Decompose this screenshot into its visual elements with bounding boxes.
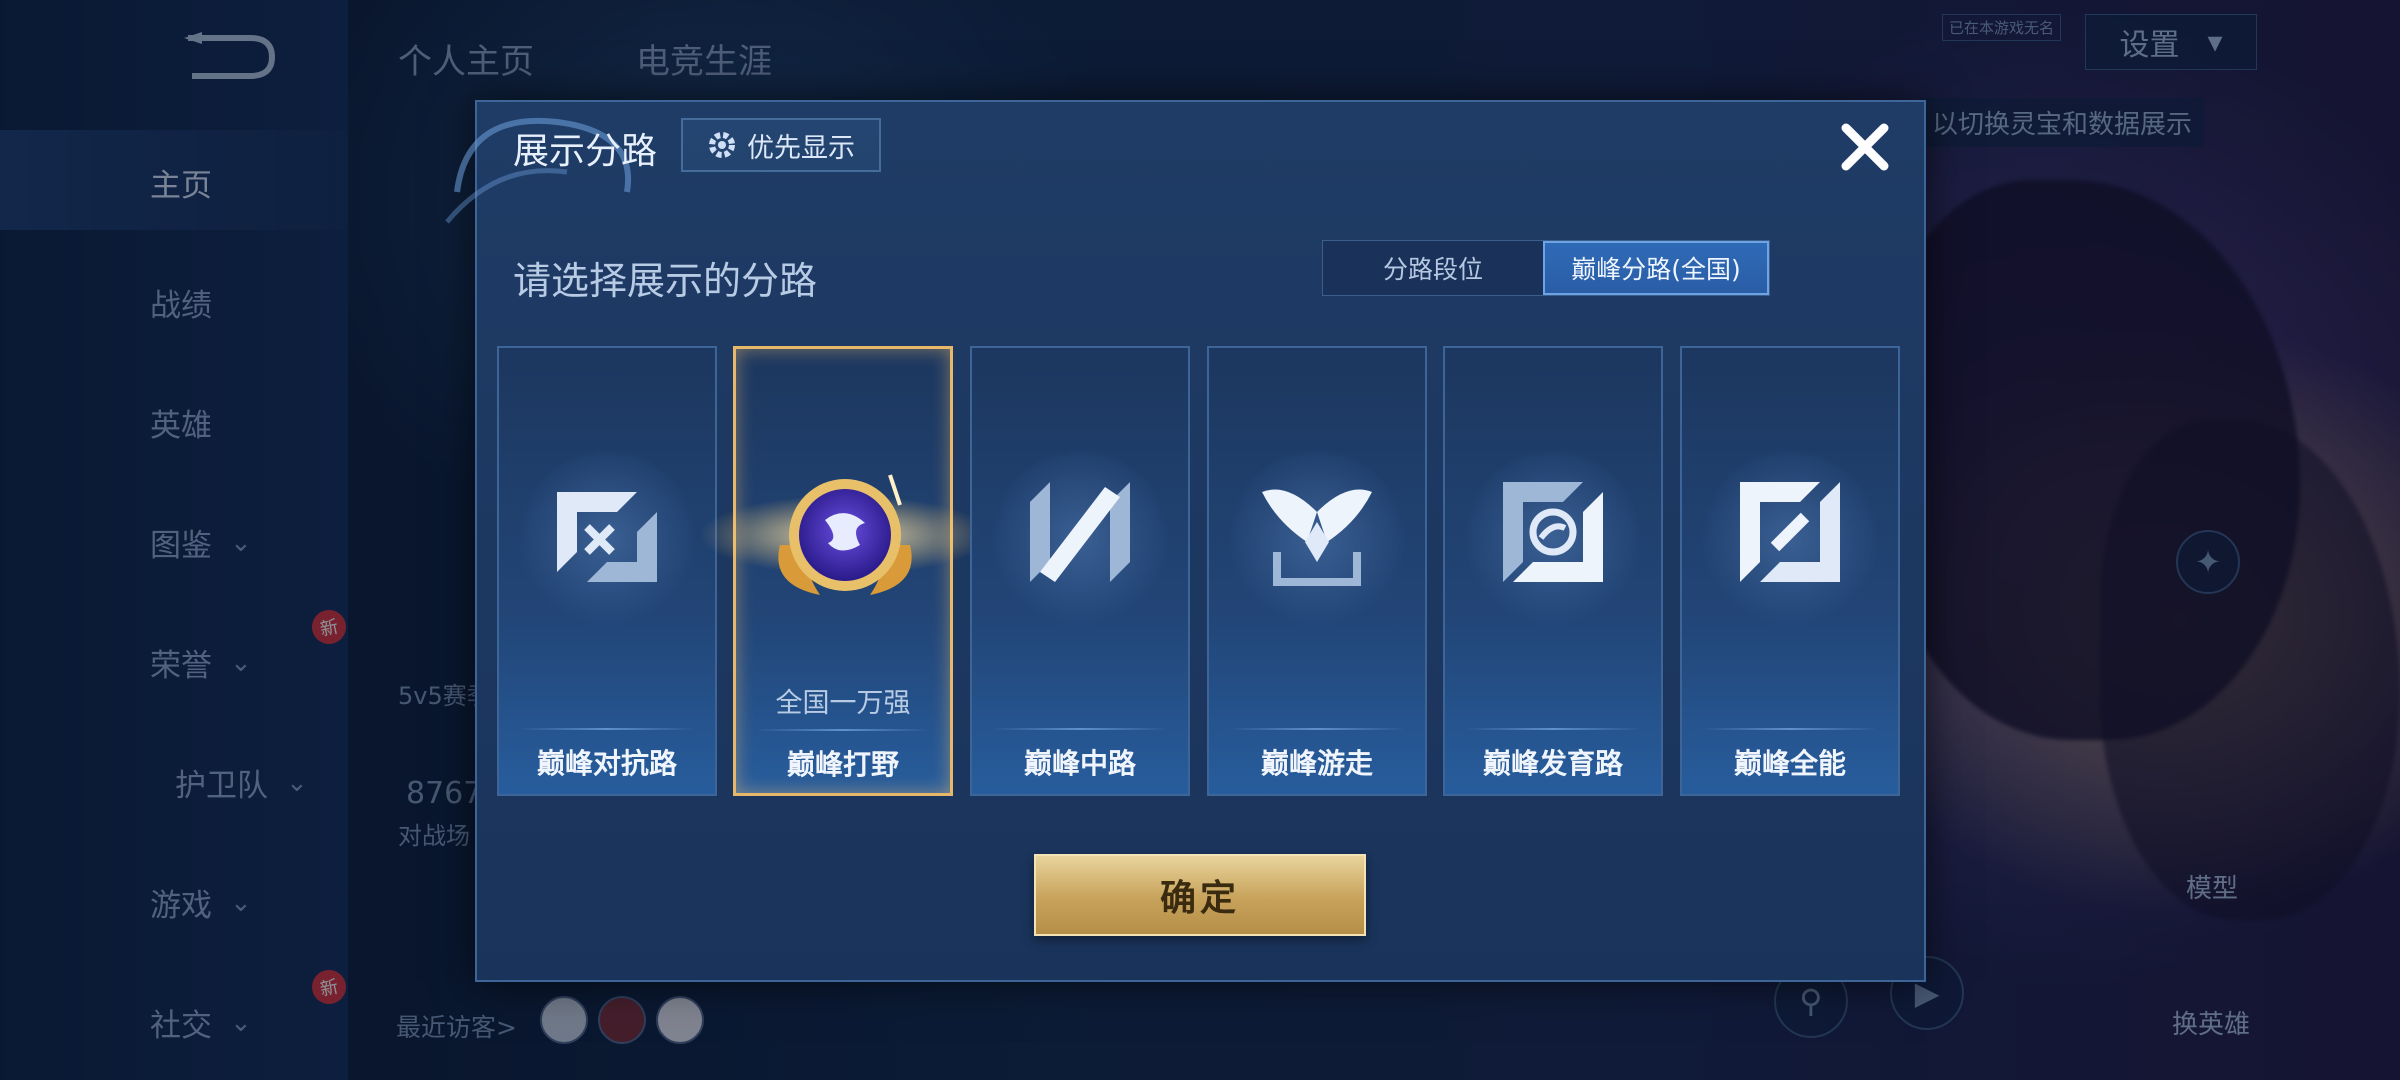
lane-label: 巅峰中路	[1023, 747, 1136, 780]
lane-prompt: 请选择展示的分路	[513, 259, 818, 303]
tab-peak-lane-national[interactable]: 巅峰分路(全国)	[1543, 241, 1769, 295]
rank-title: 全国一万强	[775, 688, 911, 719]
all-round-icon	[1740, 482, 1840, 582]
lane-card-clash[interactable]: 巅峰对抗路	[497, 346, 717, 796]
segmented-control: 分路段位 巅峰分路(全国)	[1322, 240, 1770, 296]
lane-card-all-round[interactable]: 巅峰全能	[1680, 346, 1900, 796]
lane-label: 巅峰对抗路	[536, 747, 677, 780]
card-divider	[1702, 728, 1878, 730]
mid-lane-icon	[1030, 482, 1130, 582]
lane-card-roam[interactable]: 巅峰游走	[1207, 346, 1427, 796]
close-icon	[1841, 123, 1889, 171]
card-divider	[1229, 728, 1405, 730]
lane-card-farm[interactable]: 巅峰发育路	[1443, 346, 1663, 796]
close-button[interactable]	[1832, 114, 1898, 180]
card-divider	[756, 729, 930, 731]
lane-card-mid[interactable]: 巅峰中路	[970, 346, 1190, 796]
lane-card-list: 巅峰对抗路 全国一万强 巅峰打野 巅峰中路 巅峰游走 巅峰发育路 巅峰全能	[497, 346, 1909, 798]
confirm-button[interactable]: 确定	[1034, 854, 1366, 936]
priority-display-button[interactable]: 优先显示	[681, 118, 881, 172]
roam-icon	[1262, 489, 1372, 586]
lane-label: 巅峰全能	[1733, 747, 1846, 780]
clash-lane-icon	[557, 492, 657, 582]
lane-label: 巅峰游走	[1260, 747, 1373, 780]
jungle-badge-icon	[700, 474, 990, 595]
card-divider	[1465, 728, 1641, 730]
priority-button-label: 优先显示	[747, 132, 855, 164]
card-divider	[992, 728, 1168, 730]
card-divider	[519, 728, 695, 730]
tab-lane-rank[interactable]: 分路段位	[1323, 241, 1543, 295]
farm-lane-icon	[1503, 482, 1603, 582]
gear-icon	[709, 132, 735, 158]
modal-title: 展示分路	[513, 131, 658, 172]
lane-label: 巅峰发育路	[1482, 747, 1623, 780]
lane-card-jungle[interactable]: 全国一万强 巅峰打野	[700, 346, 990, 796]
lane-label: 巅峰打野	[786, 748, 899, 781]
lane-select-modal: 展示分路 优先显示 请选择展示的分路 分路段位 巅峰分路(全国) 巅峰对抗路 全…	[445, 100, 1926, 982]
